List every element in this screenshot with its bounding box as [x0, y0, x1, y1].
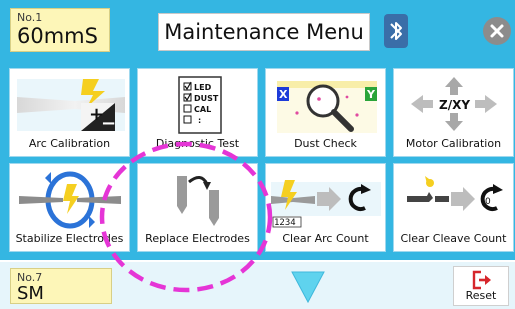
bluetooth-icon[interactable]	[384, 14, 408, 48]
arc-counter-digits: 1234	[274, 218, 296, 228]
checklist-item: :	[198, 116, 201, 125]
page-title: Maintenance Menu	[158, 13, 370, 51]
menu-item-label: Diagnostic Test	[155, 137, 240, 150]
program-number: No.1	[17, 11, 43, 24]
checklist-item: LED	[194, 83, 212, 92]
maintenance-menu-screen: No.1 60mmS Maintenance Menu + − Arc Cali…	[0, 0, 515, 309]
axis-tag: Y	[366, 88, 376, 101]
replace-electrodes-icon	[143, 168, 253, 230]
menu-item-motor-calibration[interactable]: Z/XY Motor Calibration	[393, 68, 514, 157]
menu-item-label: Clear Arc Count	[282, 232, 369, 245]
menu-item-clear-arc-count[interactable]: 1234 Clear Arc Count	[265, 163, 386, 252]
menu-item-dust-check[interactable]: X Y Dust Check	[265, 68, 386, 157]
program-name: SM	[17, 283, 44, 304]
reset-label: Reset	[465, 289, 497, 302]
program-selector-top[interactable]: No.1 60mmS	[10, 8, 110, 52]
checklist-item: DUST	[194, 94, 219, 103]
motor-calibration-icon: Z/XY	[399, 73, 509, 135]
axis-tag: X	[279, 88, 288, 101]
menu-item-arc-calibration[interactable]: + − Arc Calibration	[9, 68, 130, 157]
menu-item-label: Dust Check	[294, 137, 357, 150]
menu-item-replace-electrodes[interactable]: Replace Electrodes	[137, 163, 258, 252]
axes-label: Z/XY	[439, 98, 470, 112]
stabilize-electrodes-icon	[15, 168, 125, 230]
reset-icon	[472, 270, 492, 290]
svg-text:0: 0	[485, 197, 491, 207]
menu-item-diagnostic-test[interactable]: LED DUST CAL : Diagnostic Test	[137, 68, 258, 157]
dust-check-icon: X Y	[271, 73, 381, 135]
menu-item-label: Replace Electrodes	[145, 232, 250, 245]
menu-item-clear-cleave-count[interactable]: 0 Clear Cleave Count	[393, 163, 514, 252]
clear-cleave-count-icon: 0	[399, 168, 509, 230]
diagnostic-test-icon: LED DUST CAL :	[143, 73, 253, 135]
down-arrow-icon[interactable]	[290, 270, 326, 304]
reset-button[interactable]: Reset	[453, 266, 509, 306]
menu-item-label: Arc Calibration	[28, 137, 111, 150]
menu-item-stabilize-electrodes[interactable]: Stabilize Electrodes	[9, 163, 130, 252]
close-icon[interactable]	[483, 17, 511, 45]
menu-item-label: Stabilize Electrodes	[15, 232, 124, 245]
arc-calibration-icon: + −	[15, 73, 125, 135]
clear-arc-count-icon: 1234	[271, 168, 381, 230]
program-name: 60mmS	[17, 24, 98, 48]
program-selector-bottom[interactable]: No.7 SM	[10, 268, 112, 304]
checklist-item: CAL	[194, 105, 211, 114]
menu-item-label: Clear Cleave Count	[400, 232, 507, 245]
svg-text:−: −	[101, 113, 116, 134]
menu-item-label: Motor Calibration	[405, 137, 502, 150]
